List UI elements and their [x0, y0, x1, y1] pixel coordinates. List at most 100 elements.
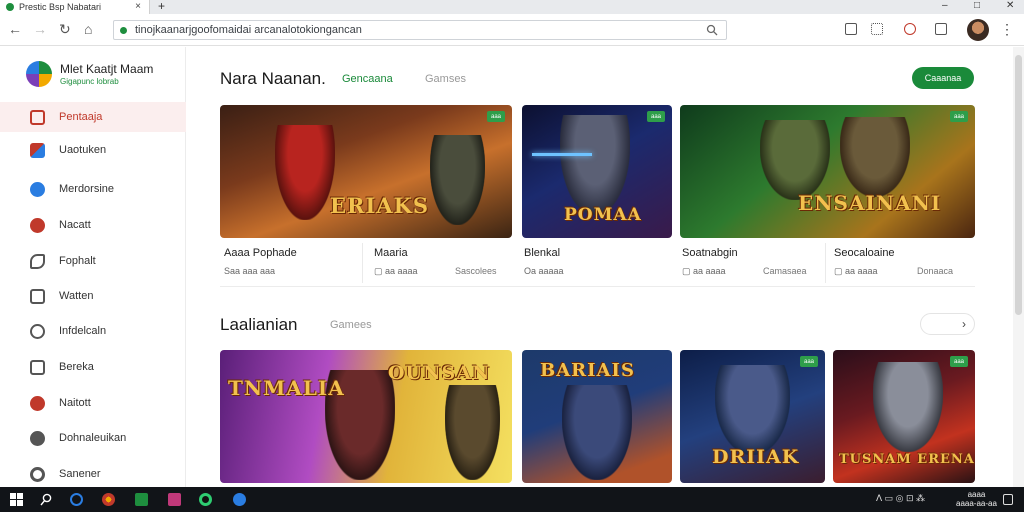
cortana-icon[interactable]: [70, 493, 83, 506]
sidebar-item-8[interactable]: Naitott: [0, 388, 186, 418]
game-meta: ▢ aa aaaa: [834, 266, 878, 276]
game-logo: POMAA: [564, 205, 642, 225]
reader-icon[interactable]: [845, 23, 857, 35]
clock[interactable]: aaaa aaaa-aa-aa: [956, 490, 997, 508]
game-card[interactable]: aaa DRIIAK: [680, 350, 825, 483]
game-title: Blenkal: [524, 247, 561, 259]
avatar: [26, 61, 52, 87]
game-meta: ▢ aa aaaa: [374, 266, 418, 276]
game-card[interactable]: aaa TUSNAM ERENA: [833, 350, 975, 483]
sidebar-item-label: Infdelcaln: [59, 325, 107, 337]
game-info[interactable]: Seocaloaine ▢ aa aaaa Donaaca: [830, 243, 975, 287]
chevron-right-icon: ›: [962, 317, 966, 331]
character-art: [560, 115, 630, 215]
sidebar-item-6[interactable]: Infdelcaln: [0, 316, 186, 346]
sidebar: Mlet Kaatjt Maam Gigapunc lobrab Pentaaj…: [0, 47, 186, 487]
sidebar-item-label: Bereka: [59, 361, 94, 373]
sidebar-item-0[interactable]: Pentaaja: [0, 102, 186, 132]
game-genre: Camasaea: [763, 266, 807, 276]
card-badge: aaa: [950, 111, 968, 122]
reload-icon[interactable]: ↻: [59, 21, 71, 38]
user-name: Mlet Kaatjt Maam: [60, 62, 154, 76]
game-card[interactable]: aaa ERIAKS: [220, 105, 512, 238]
home-nav-icon[interactable]: ⌂: [84, 21, 92, 37]
app-taskbar-icon[interactable]: [199, 493, 212, 506]
game-logo: TUSNAM ERENA: [839, 452, 975, 467]
section-title: Laalianian: [220, 315, 298, 334]
search-icon[interactable]: [706, 24, 718, 36]
user-profile[interactable]: Mlet Kaatjt Maam Gigapunc lobrab: [26, 61, 153, 87]
game-card[interactable]: aaa POMAA: [522, 105, 672, 238]
share-icon[interactable]: [935, 23, 947, 35]
game-info[interactable]: Soatnabgin ▢ aa aaaa Camasaea: [680, 243, 825, 287]
app-taskbar-icon[interactable]: [168, 493, 181, 506]
lock-icon: [120, 26, 127, 34]
app-icon: [30, 142, 45, 158]
forward-icon[interactable]: →: [33, 21, 47, 37]
new-tab-button[interactable]: +: [158, 0, 165, 13]
tab-active[interactable]: Gencaana: [342, 73, 393, 85]
address-bar[interactable]: tinojkaanarjgoofomaidai arcanalotokionga…: [113, 20, 727, 40]
window-icon: [30, 288, 45, 304]
sidebar-item-label: Watten: [59, 290, 94, 302]
notification-icon[interactable]: [1003, 494, 1013, 505]
tab-inactive[interactable]: Gamses: [425, 73, 466, 85]
close-window-button[interactable]: ✕: [1006, 0, 1014, 11]
app-taskbar-icon[interactable]: [135, 493, 148, 506]
game-info[interactable]: Blenkal Oa aaaaa: [520, 243, 670, 287]
weapon-glow: [532, 153, 592, 156]
sidebar-item-1[interactable]: Uaotuken: [0, 135, 186, 165]
cloud-icon: [30, 181, 45, 197]
home-icon: [30, 109, 45, 125]
system-tray[interactable]: ᐱ ▭ ◎ ⊡ ⁂: [876, 493, 925, 504]
sidebar-item-10[interactable]: Sanener: [0, 459, 186, 489]
sidebar-item-5[interactable]: Watten: [0, 281, 186, 311]
next-page-button[interactable]: ›: [920, 313, 975, 335]
taskbar-search-icon[interactable]: [40, 493, 53, 506]
tab-close-icon[interactable]: ×: [135, 1, 141, 12]
game-logo: ENSAINANI: [798, 191, 942, 215]
game-logo: OUNSAN: [388, 362, 491, 384]
character-art: [275, 125, 335, 220]
game-info[interactable]: Aaaa Pophade Saa aaa aaa: [220, 243, 360, 287]
extension-icon[interactable]: [904, 23, 916, 35]
profile-avatar[interactable]: [967, 19, 989, 41]
clock-date: aaaa-aa-aa: [956, 499, 997, 508]
sidebar-item-label: Merdorsine: [59, 183, 115, 195]
user-status: Gigapunc lobrab: [60, 77, 119, 86]
tab-inactive[interactable]: Gamees: [330, 319, 372, 331]
browser-taskbar-icon[interactable]: [102, 493, 115, 506]
sidebar-item-4[interactable]: Fophalt: [0, 246, 186, 276]
game-info[interactable]: Maaria ▢ aa aaaa Sascolees: [370, 243, 520, 287]
app-taskbar-icon[interactable]: [233, 493, 246, 506]
back-icon[interactable]: ←: [8, 21, 22, 37]
game-card[interactable]: TNMALIA OUNSAN: [220, 350, 512, 483]
sidebar-item-7[interactable]: Bereka: [0, 352, 186, 382]
sidebar-item-9[interactable]: Dohnaleuikan: [0, 423, 186, 453]
os-taskbar: ᐱ ▭ ◎ ⊡ ⁂ aaaa aaaa-aa-aa: [0, 487, 1024, 512]
game-meta: ▢ aa aaaa: [682, 266, 726, 276]
grid-icon[interactable]: [871, 23, 883, 35]
scrollbar-thumb[interactable]: [1015, 55, 1022, 315]
see-all-button[interactable]: Caaanaa: [912, 67, 974, 89]
card-badge: aaa: [800, 356, 818, 367]
minimize-button[interactable]: –: [942, 0, 948, 11]
sidebar-item-3[interactable]: Nacatt: [0, 210, 186, 240]
game-card[interactable]: aaa ENSAINANI: [680, 105, 975, 238]
game-title: Seocaloaine: [834, 247, 895, 259]
maximize-button[interactable]: □: [974, 0, 980, 11]
sidebar-item-label: Dohnaleuikan: [59, 432, 127, 444]
game-info-row: Aaaa Pophade Saa aaa aaa Maaria ▢ aa aaa…: [220, 243, 975, 287]
page-scrollbar[interactable]: [1013, 47, 1024, 487]
menu-icon[interactable]: ⋮: [1000, 21, 1014, 38]
tab-strip: Prestic Bsp Nabatari × + – □ ✕: [0, 0, 1024, 14]
send-icon: [30, 253, 45, 269]
game-logo: ERIAKS: [330, 193, 429, 218]
windows-start-icon[interactable]: [10, 493, 23, 506]
character-art: [430, 135, 485, 225]
section-title: Nara Naanan.: [220, 69, 326, 88]
game-meta: Oa aaaaa: [524, 266, 564, 276]
browser-tab[interactable]: Prestic Bsp Nabatari ×: [0, 0, 150, 14]
game-card[interactable]: BARIAIS: [522, 350, 672, 483]
sidebar-item-2[interactable]: Merdorsine: [0, 174, 186, 204]
